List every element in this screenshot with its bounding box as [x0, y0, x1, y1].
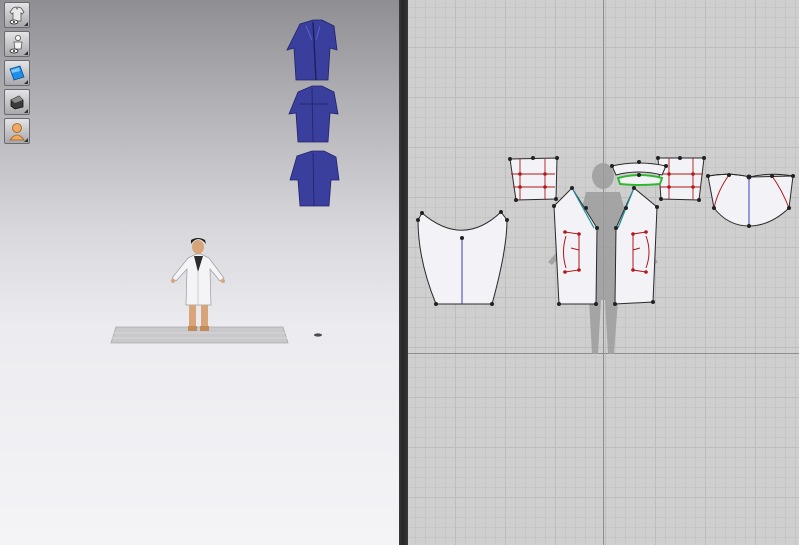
- 3d-scene: [110, 19, 340, 344]
- small-object: [314, 333, 322, 337]
- viewport-splitter[interactable]: [399, 0, 408, 545]
- avatar-model[interactable]: [171, 238, 225, 331]
- pattern-canvas: [416, 156, 795, 354]
- pattern-piece-back[interactable]: [706, 173, 795, 228]
- cloth-simulation-app: [0, 0, 799, 545]
- 2d-pattern-viewport[interactable]: [408, 0, 799, 545]
- pattern-piece-yoke-left[interactable]: [508, 156, 559, 202]
- pattern-piece-sleeve-left[interactable]: [416, 210, 509, 306]
- pattern-piece-yoke-right[interactable]: [656, 156, 706, 202]
- floor-plane: [110, 326, 289, 344]
- garment-preview-pieces-front[interactable]: [288, 85, 339, 143]
- garment-preview-pieces-back[interactable]: [289, 150, 340, 207]
- 3d-viewport[interactable]: [0, 0, 399, 545]
- garment-preview-coat[interactable]: [286, 19, 338, 81]
